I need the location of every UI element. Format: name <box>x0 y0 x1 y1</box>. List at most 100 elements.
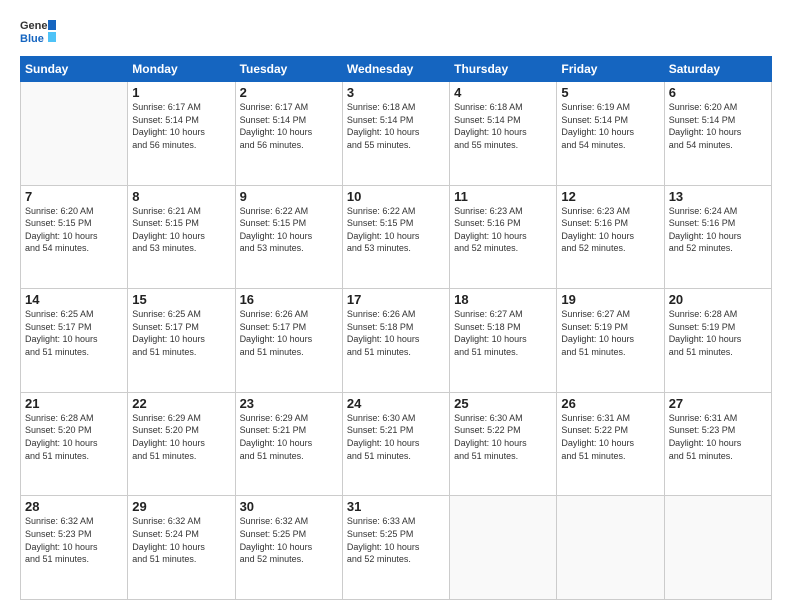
day-number: 14 <box>25 292 123 307</box>
day-number: 8 <box>132 189 230 204</box>
calendar-cell: 25Sunrise: 6:30 AM Sunset: 5:22 PM Dayli… <box>450 392 557 496</box>
day-info: Sunrise: 6:31 AM Sunset: 5:23 PM Dayligh… <box>669 412 767 462</box>
day-number: 18 <box>454 292 552 307</box>
day-info: Sunrise: 6:18 AM Sunset: 5:14 PM Dayligh… <box>347 101 445 151</box>
day-number: 4 <box>454 85 552 100</box>
weekday-header: Saturday <box>664 57 771 82</box>
calendar-cell: 22Sunrise: 6:29 AM Sunset: 5:20 PM Dayli… <box>128 392 235 496</box>
day-info: Sunrise: 6:22 AM Sunset: 5:15 PM Dayligh… <box>240 205 338 255</box>
weekday-header: Sunday <box>21 57 128 82</box>
day-number: 24 <box>347 396 445 411</box>
calendar-cell: 28Sunrise: 6:32 AM Sunset: 5:23 PM Dayli… <box>21 496 128 600</box>
day-number: 10 <box>347 189 445 204</box>
calendar-cell: 13Sunrise: 6:24 AM Sunset: 5:16 PM Dayli… <box>664 185 771 289</box>
calendar-cell <box>450 496 557 600</box>
calendar-cell: 27Sunrise: 6:31 AM Sunset: 5:23 PM Dayli… <box>664 392 771 496</box>
day-info: Sunrise: 6:33 AM Sunset: 5:25 PM Dayligh… <box>347 515 445 565</box>
calendar-cell: 26Sunrise: 6:31 AM Sunset: 5:22 PM Dayli… <box>557 392 664 496</box>
day-number: 11 <box>454 189 552 204</box>
day-number: 2 <box>240 85 338 100</box>
day-info: Sunrise: 6:32 AM Sunset: 5:23 PM Dayligh… <box>25 515 123 565</box>
day-number: 21 <box>25 396 123 411</box>
day-number: 1 <box>132 85 230 100</box>
calendar-cell: 15Sunrise: 6:25 AM Sunset: 5:17 PM Dayli… <box>128 289 235 393</box>
day-number: 29 <box>132 499 230 514</box>
day-info: Sunrise: 6:26 AM Sunset: 5:18 PM Dayligh… <box>347 308 445 358</box>
calendar-cell: 3Sunrise: 6:18 AM Sunset: 5:14 PM Daylig… <box>342 82 449 186</box>
day-number: 9 <box>240 189 338 204</box>
day-info: Sunrise: 6:32 AM Sunset: 5:24 PM Dayligh… <box>132 515 230 565</box>
day-info: Sunrise: 6:29 AM Sunset: 5:21 PM Dayligh… <box>240 412 338 462</box>
calendar-cell: 24Sunrise: 6:30 AM Sunset: 5:21 PM Dayli… <box>342 392 449 496</box>
day-info: Sunrise: 6:25 AM Sunset: 5:17 PM Dayligh… <box>25 308 123 358</box>
day-info: Sunrise: 6:20 AM Sunset: 5:14 PM Dayligh… <box>669 101 767 151</box>
calendar-cell: 23Sunrise: 6:29 AM Sunset: 5:21 PM Dayli… <box>235 392 342 496</box>
day-number: 26 <box>561 396 659 411</box>
calendar-cell: 7Sunrise: 6:20 AM Sunset: 5:15 PM Daylig… <box>21 185 128 289</box>
calendar-cell: 17Sunrise: 6:26 AM Sunset: 5:18 PM Dayli… <box>342 289 449 393</box>
logo: General Blue <box>20 16 56 46</box>
calendar-cell: 12Sunrise: 6:23 AM Sunset: 5:16 PM Dayli… <box>557 185 664 289</box>
calendar-cell: 29Sunrise: 6:32 AM Sunset: 5:24 PM Dayli… <box>128 496 235 600</box>
day-info: Sunrise: 6:17 AM Sunset: 5:14 PM Dayligh… <box>132 101 230 151</box>
calendar-cell: 19Sunrise: 6:27 AM Sunset: 5:19 PM Dayli… <box>557 289 664 393</box>
day-info: Sunrise: 6:29 AM Sunset: 5:20 PM Dayligh… <box>132 412 230 462</box>
calendar-cell: 10Sunrise: 6:22 AM Sunset: 5:15 PM Dayli… <box>342 185 449 289</box>
day-info: Sunrise: 6:27 AM Sunset: 5:19 PM Dayligh… <box>561 308 659 358</box>
calendar-cell <box>664 496 771 600</box>
day-info: Sunrise: 6:23 AM Sunset: 5:16 PM Dayligh… <box>561 205 659 255</box>
day-number: 25 <box>454 396 552 411</box>
calendar-cell: 16Sunrise: 6:26 AM Sunset: 5:17 PM Dayli… <box>235 289 342 393</box>
day-number: 6 <box>669 85 767 100</box>
day-info: Sunrise: 6:26 AM Sunset: 5:17 PM Dayligh… <box>240 308 338 358</box>
calendar-cell: 20Sunrise: 6:28 AM Sunset: 5:19 PM Dayli… <box>664 289 771 393</box>
day-number: 19 <box>561 292 659 307</box>
day-number: 5 <box>561 85 659 100</box>
day-info: Sunrise: 6:21 AM Sunset: 5:15 PM Dayligh… <box>132 205 230 255</box>
calendar-cell: 11Sunrise: 6:23 AM Sunset: 5:16 PM Dayli… <box>450 185 557 289</box>
day-number: 23 <box>240 396 338 411</box>
weekday-header: Thursday <box>450 57 557 82</box>
day-number: 31 <box>347 499 445 514</box>
day-number: 20 <box>669 292 767 307</box>
logo-icon: General Blue <box>20 16 56 46</box>
calendar-cell: 4Sunrise: 6:18 AM Sunset: 5:14 PM Daylig… <box>450 82 557 186</box>
calendar-cell: 14Sunrise: 6:25 AM Sunset: 5:17 PM Dayli… <box>21 289 128 393</box>
calendar-cell <box>557 496 664 600</box>
day-info: Sunrise: 6:31 AM Sunset: 5:22 PM Dayligh… <box>561 412 659 462</box>
calendar-cell: 18Sunrise: 6:27 AM Sunset: 5:18 PM Dayli… <box>450 289 557 393</box>
day-info: Sunrise: 6:22 AM Sunset: 5:15 PM Dayligh… <box>347 205 445 255</box>
day-info: Sunrise: 6:17 AM Sunset: 5:14 PM Dayligh… <box>240 101 338 151</box>
day-info: Sunrise: 6:19 AM Sunset: 5:14 PM Dayligh… <box>561 101 659 151</box>
calendar-cell: 5Sunrise: 6:19 AM Sunset: 5:14 PM Daylig… <box>557 82 664 186</box>
calendar-cell: 1Sunrise: 6:17 AM Sunset: 5:14 PM Daylig… <box>128 82 235 186</box>
day-number: 17 <box>347 292 445 307</box>
day-number: 15 <box>132 292 230 307</box>
header: General Blue <box>20 16 772 46</box>
day-number: 22 <box>132 396 230 411</box>
page: General Blue SundayMondayTuesdayWednesda… <box>0 0 792 612</box>
day-info: Sunrise: 6:20 AM Sunset: 5:15 PM Dayligh… <box>25 205 123 255</box>
day-number: 28 <box>25 499 123 514</box>
day-info: Sunrise: 6:24 AM Sunset: 5:16 PM Dayligh… <box>669 205 767 255</box>
day-info: Sunrise: 6:32 AM Sunset: 5:25 PM Dayligh… <box>240 515 338 565</box>
calendar-cell: 21Sunrise: 6:28 AM Sunset: 5:20 PM Dayli… <box>21 392 128 496</box>
weekday-header: Wednesday <box>342 57 449 82</box>
day-number: 16 <box>240 292 338 307</box>
calendar-cell: 8Sunrise: 6:21 AM Sunset: 5:15 PM Daylig… <box>128 185 235 289</box>
calendar-cell: 30Sunrise: 6:32 AM Sunset: 5:25 PM Dayli… <box>235 496 342 600</box>
day-number: 13 <box>669 189 767 204</box>
day-info: Sunrise: 6:30 AM Sunset: 5:22 PM Dayligh… <box>454 412 552 462</box>
calendar-cell: 31Sunrise: 6:33 AM Sunset: 5:25 PM Dayli… <box>342 496 449 600</box>
day-number: 7 <box>25 189 123 204</box>
day-number: 12 <box>561 189 659 204</box>
calendar-cell: 6Sunrise: 6:20 AM Sunset: 5:14 PM Daylig… <box>664 82 771 186</box>
day-number: 30 <box>240 499 338 514</box>
day-number: 27 <box>669 396 767 411</box>
day-info: Sunrise: 6:23 AM Sunset: 5:16 PM Dayligh… <box>454 205 552 255</box>
day-info: Sunrise: 6:25 AM Sunset: 5:17 PM Dayligh… <box>132 308 230 358</box>
calendar-cell: 2Sunrise: 6:17 AM Sunset: 5:14 PM Daylig… <box>235 82 342 186</box>
weekday-header: Friday <box>557 57 664 82</box>
weekday-header: Monday <box>128 57 235 82</box>
day-number: 3 <box>347 85 445 100</box>
